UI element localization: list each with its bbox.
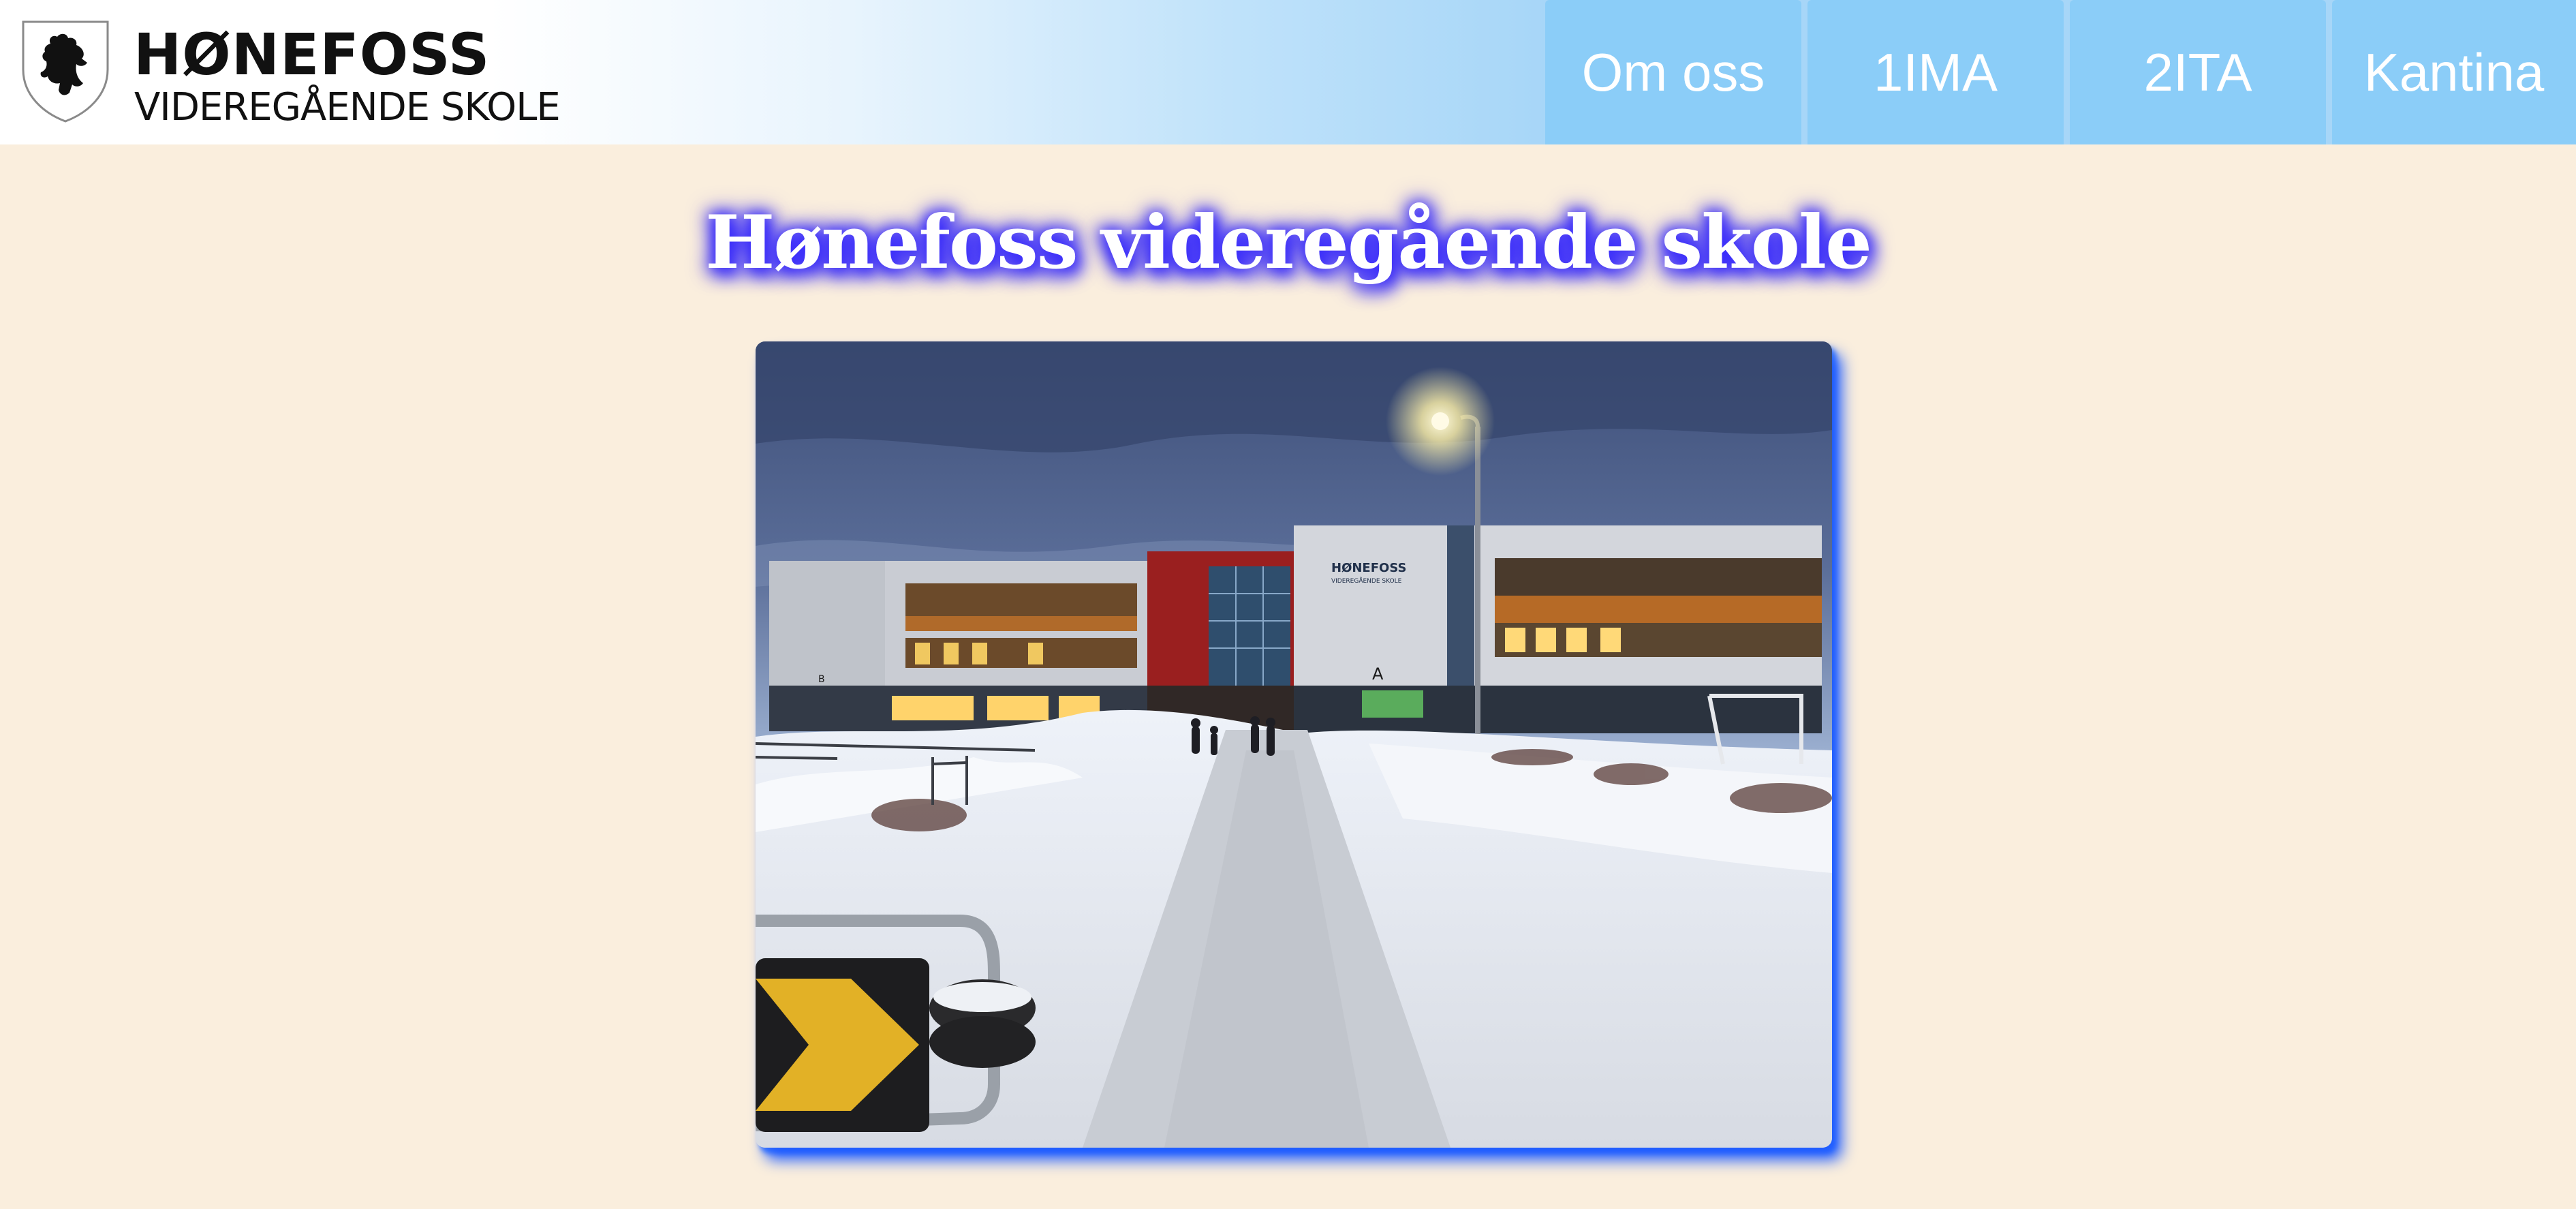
nav-item-2ita[interactable]: 2ITA <box>2070 0 2326 144</box>
page-title: Hønefoss videregående skole <box>705 200 1872 286</box>
site-header: HØNEFOSS VIDEREGÅENDE SKOLE Om oss 1IMA … <box>0 0 2576 144</box>
nav-item-kantina[interactable]: Kantina <box>2332 0 2576 144</box>
main-nav: Om oss 1IMA 2ITA Kantina <box>1545 0 2576 144</box>
logo-name: HØNEFOSS <box>134 21 491 88</box>
building-label-b: B <box>818 674 825 685</box>
logo-subtitle: VIDEREGÅENDE SKOLE <box>134 85 561 129</box>
building-sign-subtitle: VIDEREGÅENDE SKOLE <box>1331 577 1402 585</box>
school-logo[interactable]: HØNEFOSS VIDEREGÅENDE SKOLE <box>20 19 561 128</box>
nav-item-1ima[interactable]: 1IMA <box>1807 0 2064 144</box>
school-photo-illustration: HØNEFOSS VIDEREGÅENDE SKOLE A B <box>756 341 1832 1148</box>
school-photo: HØNEFOSS VIDEREGÅENDE SKOLE A B <box>756 341 1832 1148</box>
bear-shield-icon <box>22 20 109 123</box>
building-sign-name: HØNEFOSS <box>1331 561 1406 575</box>
nav-item-om-oss[interactable]: Om oss <box>1545 0 1801 144</box>
building-label-a: A <box>1372 664 1384 684</box>
